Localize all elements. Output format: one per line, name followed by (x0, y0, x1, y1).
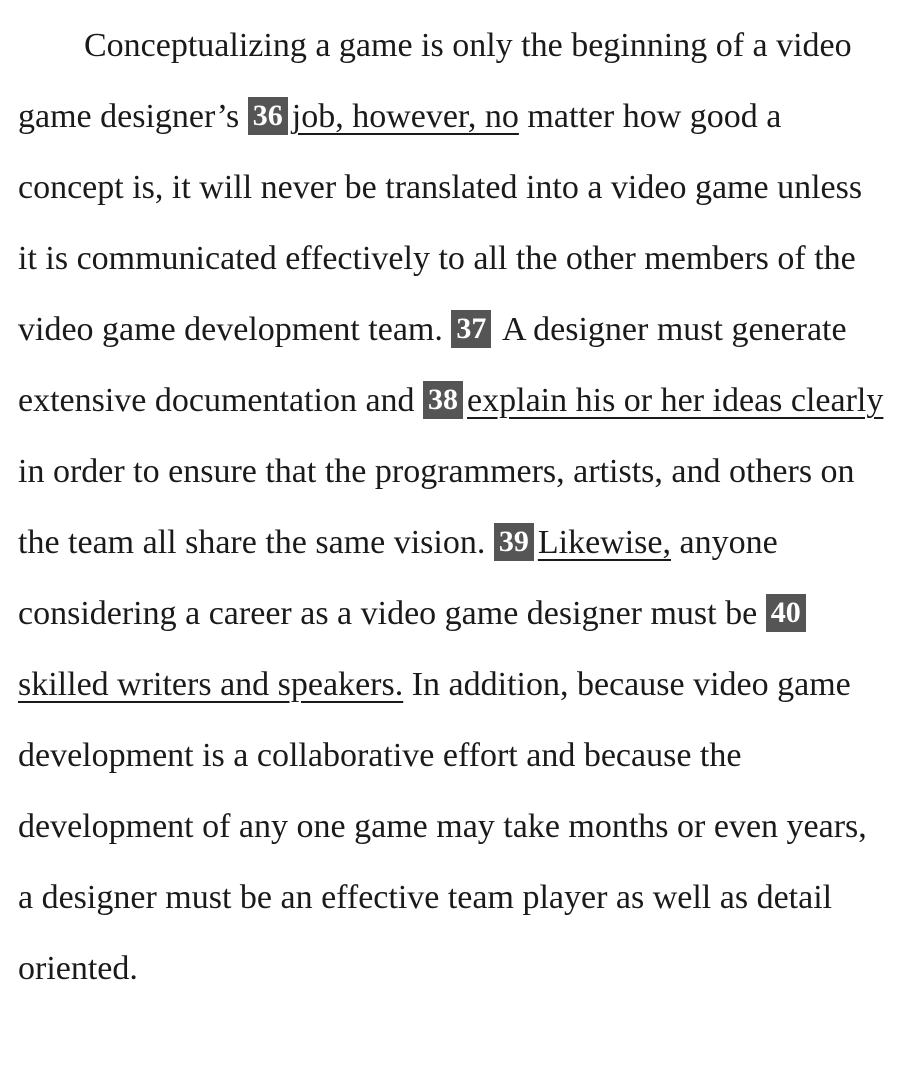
question-number-37[interactable]: 37 (451, 310, 492, 348)
question-number-36[interactable]: 36 (247, 97, 288, 135)
question-number-39[interactable]: 39 (493, 523, 534, 561)
reading-passage: Conceptualizing a game is only the begin… (0, 0, 904, 1066)
underlined-portion-40: skilled writers and speakers. (18, 666, 404, 703)
question-number-40[interactable]: 40 (765, 594, 806, 632)
passage-text: In addition, because video game developm… (18, 666, 867, 987)
underlined-portion-38: explain his or her ideas clearly (467, 382, 884, 419)
underlined-portion-39: Likewise, (537, 524, 671, 561)
underlined-portion-36: job, however, no (291, 98, 519, 135)
question-number-38[interactable]: 38 (423, 381, 464, 419)
